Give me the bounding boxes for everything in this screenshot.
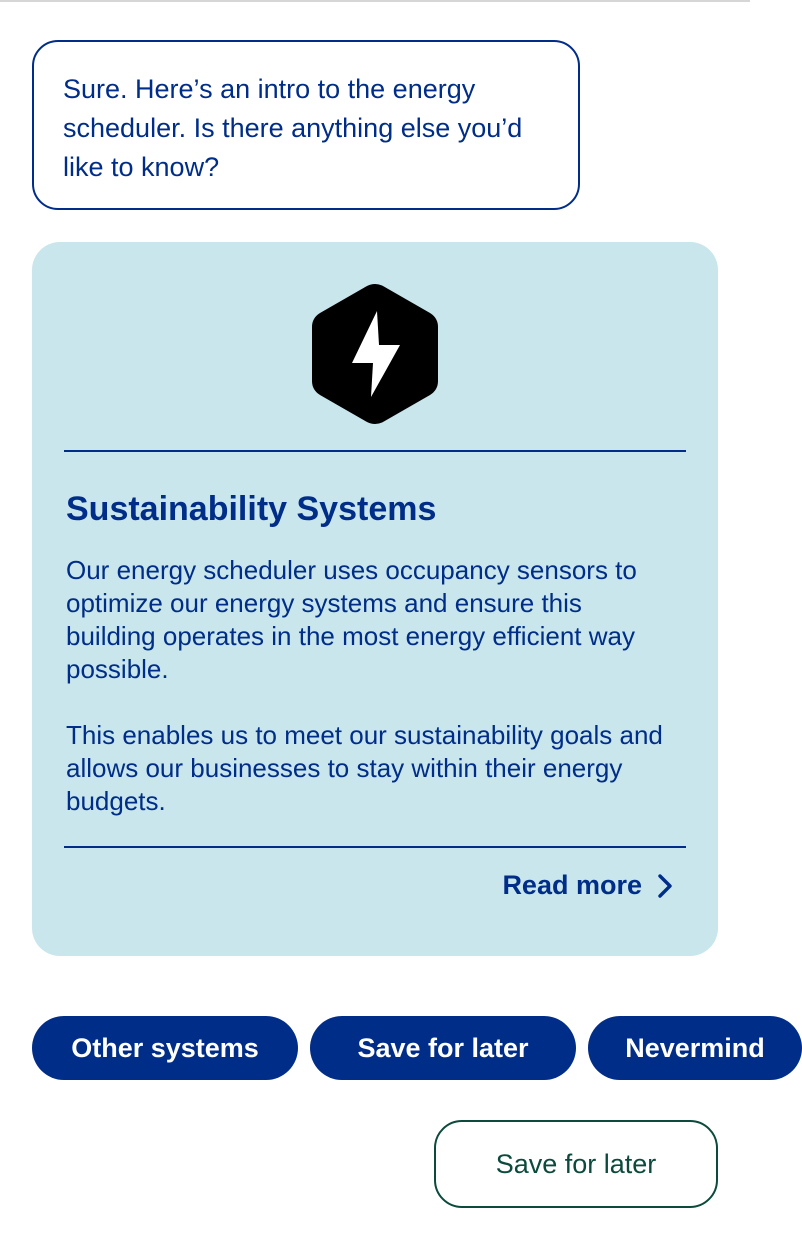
card-divider-top [64,450,686,452]
quick-reply-save-for-later[interactable]: Save for later [310,1016,576,1080]
quick-reply-label: Nevermind [625,1032,765,1063]
quick-reply-other-systems[interactable]: Other systems [32,1016,298,1080]
save-for-later-label: Save for later [495,1148,657,1179]
lightning-bolt-hexagon-icon [312,284,438,424]
chevron-right-icon [658,873,672,898]
top-divider [0,0,750,2]
assistant-message-text: Sure. Here’s an intro to the energy sche… [63,74,523,182]
card-body: Our energy scheduler uses occupancy sens… [66,554,666,851]
quick-reply-label: Other systems [71,1032,259,1063]
quick-reply-label: Save for later [357,1032,529,1063]
read-more-label: Read more [502,870,642,900]
card-paragraph: Our energy scheduler uses occupancy sens… [66,555,637,684]
card-paragraph: This enables us to meet our sustainabili… [66,720,663,816]
read-more-link[interactable]: Read more [502,870,674,901]
quick-reply-nevermind[interactable]: Nevermind [588,1016,802,1080]
card-title: Sustainability Systems [66,490,437,528]
save-for-later-button[interactable]: Save for later [434,1120,718,1208]
assistant-message-bubble: Sure. Here’s an intro to the energy sche… [32,40,580,210]
card-divider-bottom [64,846,686,848]
info-card: Sustainability Systems Our energy schedu… [32,242,718,956]
